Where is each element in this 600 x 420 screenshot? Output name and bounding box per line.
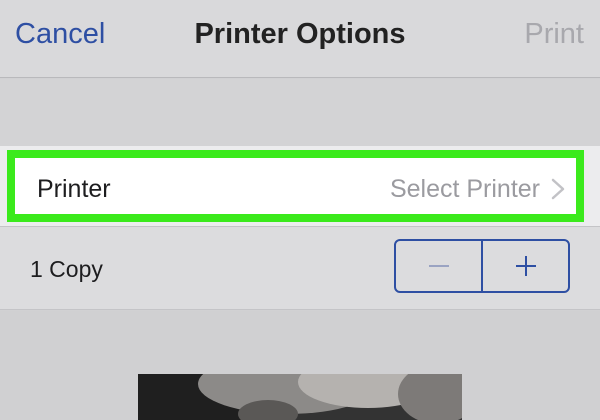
copies-label: 1 Copy [30, 256, 103, 282]
copies-row: 1 Copy [0, 226, 600, 310]
print-preview-area [0, 311, 600, 420]
copies-stepper [394, 239, 570, 293]
print-preview-thumbnail[interactable] [138, 374, 462, 420]
section-spacer [0, 79, 600, 146]
decrement-button[interactable] [396, 241, 481, 291]
increment-button[interactable] [483, 241, 568, 291]
navigation-bar: Cancel Printer Options Print [0, 0, 600, 78]
plus-icon [515, 256, 536, 276]
printer-label: Printer [37, 175, 111, 203]
printer-select-row[interactable]: Printer Select Printer [7, 150, 584, 222]
preview-image [138, 374, 462, 420]
minus-icon [428, 265, 449, 267]
print-button[interactable]: Print [524, 18, 584, 51]
chevron-right-icon [551, 178, 565, 200]
printer-value: Select Printer [389, 175, 540, 203]
page-title: Printer Options [194, 18, 406, 50]
